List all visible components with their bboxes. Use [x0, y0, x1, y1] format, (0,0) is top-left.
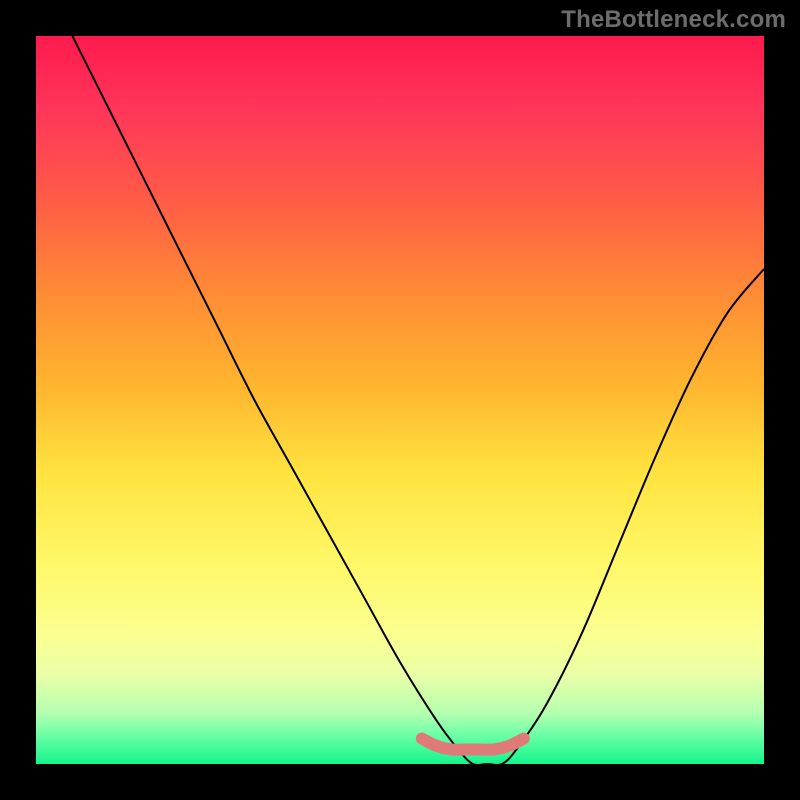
watermark-label: TheBottleneck.com	[561, 6, 786, 34]
floor-highlight	[422, 739, 524, 750]
chart-frame: TheBottleneck.com	[0, 0, 800, 800]
black-curve	[72, 36, 764, 764]
curve-svg	[36, 36, 764, 764]
plot-area	[36, 36, 764, 764]
